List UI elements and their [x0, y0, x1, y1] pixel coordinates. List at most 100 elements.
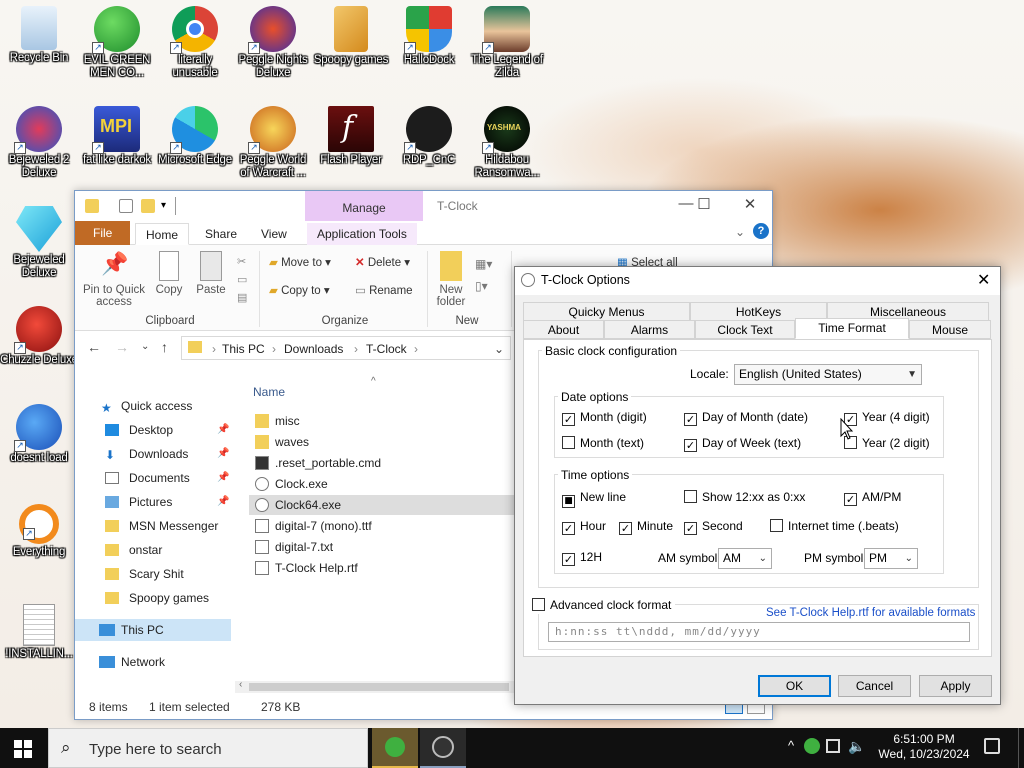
chuzzle-shortcut[interactable]: ↗ Chuzzle Deluxe — [0, 306, 78, 367]
legend-zilda-shortcut[interactable]: ↗ The Legend of Zilda — [468, 6, 546, 80]
file-row[interactable]: waves — [249, 432, 515, 452]
am-pm-checkbox[interactable]: ✓ AM/PM — [844, 490, 901, 506]
breadcrumb-downloads[interactable]: Downloads — [284, 342, 343, 356]
peggle-wow-shortcut[interactable]: ↗ Peggle World of Warcraft ... — [234, 106, 312, 180]
new-line-checkbox[interactable]: ■ New line — [562, 490, 626, 508]
properties-icon[interactable] — [119, 199, 133, 213]
back-icon[interactable]: ← — [87, 339, 101, 355]
tab-clock-text[interactable]: Clock Text — [695, 320, 795, 339]
day-of-week-checkbox[interactable]: ✓ Day of Week (text) — [684, 436, 801, 452]
evil-green-men-shortcut[interactable]: ↗ EVIL GREEN MEN CO... — [78, 6, 156, 80]
paste-button[interactable]: Paste — [193, 251, 229, 296]
delete-button[interactable]: ✕ Delete ▾ — [355, 255, 410, 269]
ok-button[interactable]: OK — [758, 675, 831, 697]
edge-shortcut[interactable]: ↗ Microsoft Edge — [156, 106, 234, 167]
nav-desktop[interactable]: Desktop 📌 — [75, 419, 231, 441]
new-item-icons[interactable]: ▦▾ ▯▾ — [475, 253, 492, 297]
hallodock-shortcut[interactable]: ↗ HalloDock — [390, 6, 468, 67]
start-button[interactable] — [14, 740, 32, 758]
close-icon[interactable]: ✕ — [735, 195, 765, 213]
year-2-digit-checkbox[interactable]: Year (2 digit) — [844, 436, 930, 452]
nav-network[interactable]: Network — [75, 651, 231, 673]
copy-button[interactable]: Copy — [151, 251, 187, 296]
nav-onstar[interactable]: onstar — [75, 539, 231, 561]
file-row[interactable]: T-Clock Help.rtf — [249, 558, 515, 578]
apply-button[interactable]: Apply — [919, 675, 992, 697]
tab-alarms[interactable]: Alarms — [604, 320, 695, 339]
nav-quick-access[interactable]: ★ Quick access — [75, 395, 231, 417]
volume-icon[interactable]: 🔈 — [848, 738, 865, 755]
tab-home[interactable]: Home — [135, 223, 190, 245]
network-tray-icon[interactable] — [826, 739, 840, 753]
chrome-shortcut[interactable]: ↗ literally unusable — [156, 6, 234, 80]
breadcrumb-this-pc[interactable]: This PC — [222, 342, 265, 356]
bejeweled2-shortcut[interactable]: ↗ Bejeweled 2 Deluxe — [0, 106, 78, 180]
close-icon[interactable]: ✕ — [977, 270, 990, 290]
move-to-button[interactable]: ▰ Move to ▾ — [269, 255, 331, 269]
new-folder-icon[interactable] — [141, 199, 155, 213]
cut-copypath-icons[interactable]: ✂ ▭ ▤ — [237, 253, 247, 307]
locale-select[interactable]: English (United States) ▼ — [734, 364, 922, 385]
nav-this-pc[interactable]: This PC — [75, 619, 231, 641]
nav-msn-messenger[interactable]: MSN Messenger — [75, 515, 231, 537]
pin-to-quick-access-button[interactable]: 📌 Pin to Quick access — [81, 251, 147, 308]
tab-application-tools[interactable]: Application Tools — [307, 223, 417, 245]
file-row[interactable]: digital-7 (mono).ttf — [249, 516, 515, 536]
tab-about[interactable]: About — [523, 320, 604, 339]
hour-checkbox[interactable]: ✓ Hour — [562, 519, 606, 535]
show-hidden-icons[interactable]: ^ — [788, 738, 794, 753]
help-icon[interactable]: ? — [753, 223, 769, 239]
file-row[interactable]: misc — [249, 411, 515, 431]
nav-scary-shit[interactable]: Scary Shit — [75, 563, 231, 585]
breadcrumb-t-clock[interactable]: T-Clock — [366, 342, 407, 356]
nav-pictures[interactable]: Pictures 📌 — [75, 491, 231, 513]
copy-to-button[interactable]: ▰ Copy to ▾ — [269, 283, 330, 297]
file-row[interactable]: Clock.exe — [249, 474, 515, 494]
show-desktop-button[interactable] — [1018, 728, 1022, 768]
taskbar-app-tclock[interactable] — [420, 728, 466, 768]
rdp-cnc-shortcut[interactable]: ↗ RDP_CnC — [390, 106, 468, 167]
show-12-as-0-checkbox[interactable]: Show 12:xx as 0:xx — [684, 490, 805, 506]
thunderbird-shortcut[interactable]: ↗ doesnt load — [0, 404, 78, 465]
nav-spoopy-games[interactable]: Spoopy games — [75, 587, 231, 609]
internet-time-checkbox[interactable]: Internet time (.beats) — [770, 519, 899, 535]
peggle-nights-shortcut[interactable]: ↗ Peggle Nights Deluxe — [234, 6, 312, 80]
cancel-button[interactable]: Cancel — [838, 675, 911, 697]
horizontal-scrollbar[interactable]: ‹ — [235, 679, 515, 693]
taskbar-clock[interactable]: 6:51:00 PM Wed, 10/23/2024 — [868, 732, 980, 762]
tab-time-format[interactable]: Time Format — [795, 318, 909, 339]
clock-format-input[interactable]: h:nn:ss tt\nddd, mm/dd/yyyy — [548, 622, 970, 642]
rename-button[interactable]: ▭ Rename — [355, 283, 413, 297]
taskbar-app-evil-green-men[interactable] — [372, 728, 418, 768]
column-header-name[interactable]: Name — [253, 385, 285, 399]
file-row[interactable]: digital-7.txt — [249, 537, 515, 557]
install-file-shortcut[interactable]: !INSTALLIN... — [0, 604, 78, 661]
maximize-icon[interactable]: ☐ — [689, 195, 719, 213]
file-row[interactable]: .reset_portable.cmd — [249, 453, 515, 473]
messenger-tray-icon[interactable] — [804, 738, 820, 754]
year-4-digit-checkbox[interactable]: ✓ Year (4 digit) — [844, 410, 930, 426]
bejeweled-shortcut[interactable]: Bejeweled Deluxe — [0, 206, 78, 280]
tab-quicky-menus[interactable]: Quicky Menus — [523, 302, 690, 321]
second-checkbox[interactable]: ✓ Second — [684, 519, 743, 535]
nav-documents[interactable]: Documents 📌 — [75, 467, 231, 489]
ribbon-collapse-icon[interactable]: ⌄ — [735, 225, 745, 239]
pm-symbol-select[interactable]: PM ⌄ — [864, 548, 918, 569]
address-bar[interactable]: › This PC › Downloads › T-Clock › ⌄ — [181, 336, 511, 360]
tab-manage[interactable]: Manage — [305, 191, 423, 221]
tab-mouse[interactable]: Mouse — [909, 320, 991, 339]
recent-dropdown-icon[interactable]: ⌄ — [141, 341, 149, 352]
new-folder-button[interactable]: New folder — [433, 251, 469, 308]
spoopy-games-shortcut[interactable]: Spoopy games — [312, 6, 390, 67]
taskbar-search[interactable]: ⌕ Type here to search — [48, 728, 368, 768]
quick-access-dropdown-icon[interactable]: ▾ — [161, 200, 166, 211]
address-dropdown-icon[interactable]: ⌄ — [494, 342, 504, 356]
tab-view[interactable]: View — [251, 223, 297, 245]
mpi-shortcut[interactable]: MPI ↗ fat like darkok — [78, 106, 156, 167]
file-row-selected[interactable]: Clock64.exe — [249, 495, 515, 515]
advanced-format-checkbox[interactable]: Advanced clock format — [532, 598, 676, 614]
day-of-month-checkbox[interactable]: ✓ Day of Month (date) — [684, 410, 808, 426]
recycle-bin-shortcut[interactable]: Recycle Bin — [0, 6, 78, 65]
tab-file[interactable]: File — [75, 221, 131, 245]
help-format-link[interactable]: See T-Clock Help.rtf for available forma… — [766, 607, 975, 619]
